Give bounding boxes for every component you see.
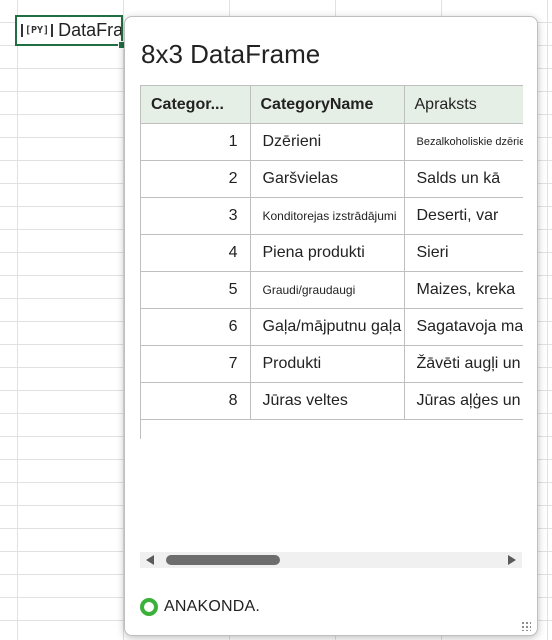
table-row: 2 Garšvielas Salds un kā (141, 160, 523, 198)
table-cell[interactable]: Jūras veltes (250, 382, 405, 420)
table-cell[interactable]: 7 (141, 345, 251, 383)
table-cell[interactable]: 3 (141, 197, 251, 235)
column-header[interactable]: CategoryName (250, 85, 405, 124)
table-cell[interactable]: 1 (141, 123, 251, 161)
table-cell[interactable]: Piena produkti (250, 234, 405, 272)
table-cell[interactable]: Konditorejas izstrādājumi (250, 197, 405, 235)
table-cell[interactable]: Produkti (250, 345, 405, 383)
table-row: 6 Gaļa/mājputnu gaļa Sagatavoja mani; (141, 308, 523, 346)
anaconda-logo-icon (140, 598, 158, 616)
table-row: 5 Graudi/graudaugi Maizes, kreka (141, 271, 523, 309)
resize-grip-icon[interactable] (521, 621, 531, 631)
table-cell[interactable]: Jūras aļģes un (404, 382, 523, 420)
header-row: Categor... CategoryName Apraksts (141, 85, 523, 124)
table-cell[interactable]: Dzērieni (250, 123, 405, 161)
table-cell[interactable]: Žāvēti augļi un (404, 345, 523, 383)
table-cell[interactable]: 2 (141, 160, 251, 198)
horizontal-scrollbar[interactable] (140, 552, 522, 568)
table-row: 3 Konditorejas izstrādājumi Deserti, var (141, 197, 523, 235)
table-cell[interactable]: 4 (141, 234, 251, 272)
column-header[interactable]: Apraksts (404, 85, 523, 124)
scrollbar-thumb[interactable] (166, 555, 280, 565)
table-cell[interactable]: Sagatavoja mani; (404, 308, 523, 346)
table-cell[interactable]: Deserti, var (404, 197, 523, 235)
python-badge-icon: [PY] (21, 24, 54, 37)
table-cell[interactable]: Bezalkoholiskie dzērieni, c (404, 123, 523, 161)
table-cell[interactable]: Gaļa/mājputnu gaļa (250, 308, 405, 346)
table-row: 8 Jūras veltes Jūras aļģes un (141, 382, 523, 420)
table-row: 1 Dzērieni Bezalkoholiskie dzērieni, c (141, 123, 523, 161)
dataframe-table: Categor... CategoryName Apraksts 1 Dzēri… (141, 85, 523, 420)
table-cell[interactable]: 8 (141, 382, 251, 420)
table-cell[interactable]: Graudi/graudaugi (250, 271, 405, 309)
table-row: 4 Piena produkti Sieri (141, 234, 523, 272)
column-header[interactable]: Categor... (141, 85, 251, 124)
scroll-left-arrow-icon[interactable] (146, 555, 154, 565)
dataframe-table-viewport: Categor... CategoryName Apraksts 1 Dzēri… (140, 85, 523, 439)
brand-label: ANAKONDA. (164, 598, 261, 615)
table-cell[interactable]: Maizes, kreka (404, 271, 523, 309)
table-cell[interactable]: Salds un kā (404, 160, 523, 198)
dataframe-card: 8x3 DataFrame Categor... CategoryName Ap… (124, 16, 538, 636)
table-row: 7 Produkti Žāvēti augļi un (141, 345, 523, 383)
table-cell[interactable]: Sieri (404, 234, 523, 272)
card-footer: ANAKONDA. (140, 594, 260, 620)
cell-value: DataFrar (58, 20, 123, 40)
scroll-right-arrow-icon[interactable] (508, 555, 516, 565)
table-cell[interactable]: Garšvielas (250, 160, 405, 198)
table-cell[interactable]: 5 (141, 271, 251, 309)
card-title: 8x3 DataFrame (141, 39, 321, 69)
table-cell[interactable]: 6 (141, 308, 251, 346)
active-cell[interactable]: [PY] DataFrar (15, 15, 123, 46)
